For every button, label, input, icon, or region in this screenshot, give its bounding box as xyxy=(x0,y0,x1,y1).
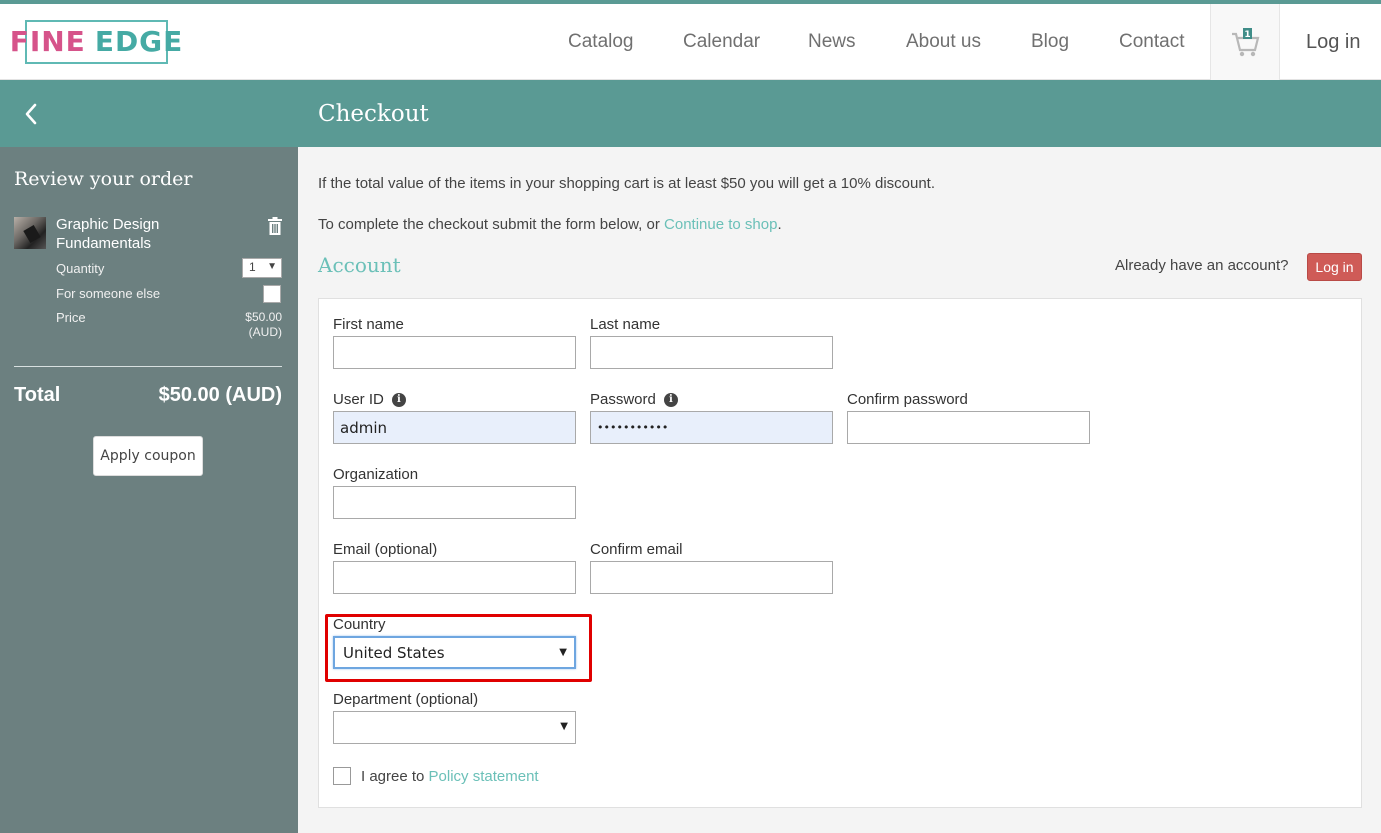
item-price-currency: (AUD) xyxy=(248,325,282,339)
confirm-password-label: Confirm password xyxy=(847,391,968,408)
user-id-field[interactable]: admin xyxy=(333,411,576,444)
quantity-select[interactable]: 1 ▼ xyxy=(242,258,282,278)
confirm-password-field[interactable] xyxy=(847,411,1090,444)
shopping-cart-icon: 1 xyxy=(1232,28,1260,57)
first-name-label: First name xyxy=(333,316,404,333)
nav-catalog[interactable]: Catalog xyxy=(568,4,634,80)
page-title: Checkout xyxy=(318,100,429,127)
continue-to-shop-link[interactable]: Continue to shop xyxy=(664,216,777,233)
department-label: Department (optional) xyxy=(333,691,479,708)
policy-agree-checkbox[interactable] xyxy=(333,767,351,785)
for-someone-else-checkbox[interactable] xyxy=(263,285,281,303)
info-icon[interactable]: i xyxy=(391,392,406,407)
header-login-link[interactable]: Log in xyxy=(1306,4,1361,80)
item-price-amount: $50.00 xyxy=(245,310,282,324)
discount-info-text: If the total value of the items in your … xyxy=(318,175,936,192)
checkout-instructions-text: To complete the checkout submit the form… xyxy=(318,216,665,233)
policy-agree-label: I agree to Policy statement xyxy=(361,768,539,785)
account-login-button[interactable]: Log in xyxy=(1307,253,1362,281)
total-label: Total xyxy=(14,384,61,406)
confirm-email-label: Confirm email xyxy=(590,541,683,558)
price-label: Price xyxy=(56,310,86,325)
dropdown-arrow-icon: ▼ xyxy=(559,647,567,658)
quantity-label: Quantity xyxy=(56,261,105,276)
total-value: $50.00 (AUD) xyxy=(158,384,282,406)
country-label: Country xyxy=(333,616,386,633)
country-select[interactable]: United States ▼ xyxy=(333,636,576,669)
nav-blog[interactable]: Blog xyxy=(1031,4,1069,80)
info-icon[interactable]: i xyxy=(663,392,678,407)
logo-word-fine: FINE xyxy=(9,25,86,58)
first-name-field[interactable] xyxy=(333,336,576,369)
confirm-email-field[interactable] xyxy=(590,561,833,594)
page-title-bar: Checkout xyxy=(0,80,1381,147)
item-price: $50.00 (AUD) xyxy=(245,310,282,340)
checkout-instructions-end: . xyxy=(777,216,782,233)
product-name-line2: Fundamentals xyxy=(56,235,152,252)
last-name-label: Last name xyxy=(590,316,661,333)
policy-agree-text: I agree to xyxy=(361,768,429,785)
review-order-heading: Review your order xyxy=(14,168,193,190)
trash-icon[interactable] xyxy=(267,217,283,235)
logo-word-edge: EDGE xyxy=(94,25,184,58)
product-thumbnail xyxy=(14,217,46,249)
cart-count-badge: 1 xyxy=(1244,30,1250,40)
last-name-field[interactable] xyxy=(590,336,833,369)
nav-news[interactable]: News xyxy=(808,4,856,80)
dropdown-arrow-icon: ▼ xyxy=(560,721,568,732)
nav-calendar[interactable]: Calendar xyxy=(683,4,760,80)
organization-field[interactable] xyxy=(333,486,576,519)
checkout-instructions: To complete the checkout submit the form… xyxy=(318,216,782,233)
site-header: FINE EDGE Catalog Calendar News About us… xyxy=(0,4,1381,80)
cart-button[interactable]: 1 xyxy=(1210,4,1280,80)
password-label: Password i xyxy=(590,391,678,408)
order-review-sidebar: Review your order Graphic Design Fundame… xyxy=(0,147,298,833)
dropdown-arrow-icon: ▼ xyxy=(267,261,277,272)
account-heading: Account xyxy=(318,253,401,277)
back-arrow-icon[interactable] xyxy=(20,100,44,128)
product-name-line1: Graphic Design xyxy=(56,216,160,233)
policy-statement-link[interactable]: Policy statement xyxy=(429,768,539,785)
organization-label: Organization xyxy=(333,466,419,483)
for-someone-else-label: For someone else xyxy=(56,286,161,301)
password-field[interactable]: ••••••••••• xyxy=(590,411,833,444)
product-name: Graphic Design Fundamentals xyxy=(56,215,226,253)
fine-edge-logo[interactable]: FINE EDGE xyxy=(10,20,182,64)
nav-about-us[interactable]: About us xyxy=(906,4,981,80)
email-field[interactable] xyxy=(333,561,576,594)
quantity-value: 1 xyxy=(249,260,256,274)
already-have-account-text: Already have an account? xyxy=(1115,257,1289,274)
country-value: United States xyxy=(343,643,445,662)
email-label: Email (optional) xyxy=(333,541,438,558)
nav-contact[interactable]: Contact xyxy=(1119,4,1184,80)
apply-coupon-button[interactable]: Apply coupon xyxy=(93,436,203,476)
user-id-label: User ID i xyxy=(333,391,406,408)
department-select[interactable]: ▼ xyxy=(333,711,576,744)
sidebar-divider xyxy=(14,366,282,367)
